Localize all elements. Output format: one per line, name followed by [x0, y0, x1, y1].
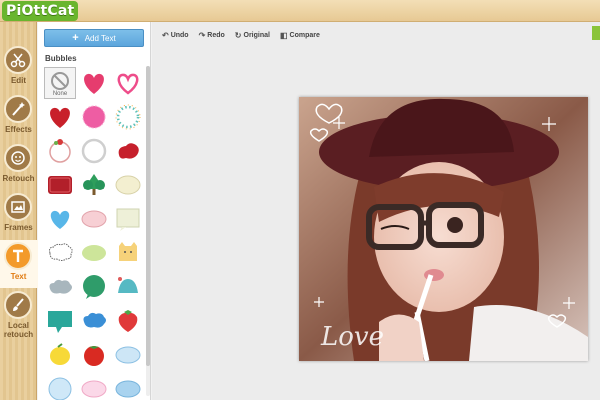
- bubble-tomato[interactable]: [78, 339, 110, 371]
- bubble-flower-ring[interactable]: [44, 135, 76, 167]
- panel-scrollbar[interactable]: [146, 66, 150, 396]
- nav-label-text: Text: [10, 272, 27, 281]
- nav-item-text[interactable]: Text: [0, 240, 38, 288]
- redo-label: Redo: [207, 31, 225, 39]
- bubble-teal-speech[interactable]: [44, 305, 76, 337]
- bubble-red-splat[interactable]: [112, 135, 144, 167]
- magic-wand-icon: [4, 95, 32, 123]
- bubble-light-blue-oval[interactable]: [112, 339, 144, 371]
- bubble-green-oval[interactable]: [78, 237, 110, 269]
- bubble-none[interactable]: None: [44, 67, 76, 99]
- add-text-label: Add Text: [84, 34, 116, 43]
- undo-button[interactable]: ↶ Undo: [162, 28, 189, 42]
- add-text-button[interactable]: + Add Text: [44, 29, 144, 47]
- bubble-green-circle[interactable]: [78, 271, 110, 303]
- photo-overlay-text: Love: [320, 322, 384, 352]
- bubble-pink-circle[interactable]: [78, 101, 110, 133]
- nav-label-local-retouch: Local retouch: [3, 321, 34, 339]
- bubble-red-box[interactable]: [44, 169, 76, 201]
- compare-button[interactable]: ◧ Compare: [280, 28, 320, 42]
- workspace: ↶ Undo ↷ Redo ↻ Original ◧ Compare Love: [152, 22, 600, 400]
- redo-icon: ↷: [198, 30, 206, 40]
- nav-item-retouch[interactable]: Retouch: [0, 142, 37, 190]
- bubble-white-ring[interactable]: [78, 135, 110, 167]
- nav-item-effects[interactable]: Effects: [0, 93, 37, 141]
- nav-label-retouch: Retouch: [2, 174, 35, 183]
- left-nav: Edit Effects Retouch Frames Text Local r…: [0, 22, 38, 400]
- bubble-blue-oval-light[interactable]: [112, 373, 144, 400]
- bubble-pink-oval-light[interactable]: [78, 373, 110, 400]
- original-label: Original: [243, 31, 270, 39]
- bubble-dashed-cloud[interactable]: [44, 237, 76, 269]
- compare-label: Compare: [289, 31, 320, 39]
- nav-label-effects: Effects: [5, 125, 32, 134]
- photo-canvas[interactable]: Love: [299, 97, 588, 361]
- bubble-teal-shell[interactable]: [112, 271, 144, 303]
- bubble-cream-square[interactable]: [112, 203, 144, 235]
- nav-label-edit: Edit: [10, 76, 27, 85]
- bubble-yellow-lemon[interactable]: [44, 339, 76, 371]
- nav-item-edit[interactable]: Edit: [0, 44, 37, 92]
- bubble-light-blue-circle[interactable]: [44, 373, 76, 400]
- undo-label: Undo: [170, 31, 189, 39]
- bubble-heart-dark-red[interactable]: [44, 101, 76, 133]
- bubble-green-tree[interactable]: [78, 169, 110, 201]
- scissors-icon: [4, 46, 32, 74]
- plus-icon: +: [72, 32, 79, 44]
- bubbles-section-title: Bubbles: [45, 54, 77, 63]
- face-icon: [4, 144, 32, 172]
- panel-scrollbar-thumb[interactable]: [146, 66, 150, 366]
- none-label: None: [52, 91, 68, 97]
- bubble-grey-cloud[interactable]: [44, 271, 76, 303]
- compare-icon: ◧: [279, 30, 288, 40]
- bubble-cream-cloud[interactable]: [112, 169, 144, 201]
- edit-toolbar: ↶ Undo ↷ Redo ↻ Original ◧ Compare: [162, 28, 320, 42]
- photo-image: Love: [299, 97, 588, 361]
- bubble-blue-heart[interactable]: [44, 203, 76, 235]
- brush-icon: [4, 291, 32, 319]
- bubble-pink-oval[interactable]: [78, 203, 110, 235]
- nav-item-frames[interactable]: Frames: [0, 191, 37, 239]
- undo-icon: ↶: [162, 30, 169, 40]
- top-right-tab[interactable]: [592, 26, 600, 40]
- original-icon: ↻: [234, 30, 242, 40]
- text-panel: + Add Text Bubbles None: [38, 22, 151, 400]
- nav-item-local-retouch[interactable]: Local retouch: [0, 289, 37, 341]
- bubble-yellow-cat[interactable]: [112, 237, 144, 269]
- top-bar: PiOttCat: [0, 0, 600, 22]
- bubble-blue-cloud[interactable]: [78, 305, 110, 337]
- nav-label-frames: Frames: [4, 223, 33, 232]
- bubble-strawberry[interactable]: [112, 305, 144, 337]
- bubble-heart-outline-pink[interactable]: [112, 67, 144, 99]
- bubble-heart-red[interactable]: [78, 67, 110, 99]
- redo-button[interactable]: ↷ Redo: [199, 28, 225, 42]
- app-logo[interactable]: PiOttCat: [2, 1, 79, 21]
- original-button[interactable]: ↻ Original: [235, 28, 270, 42]
- bubble-dotted-ring[interactable]: [112, 101, 144, 133]
- frame-icon: [4, 193, 32, 221]
- text-icon: [4, 242, 32, 270]
